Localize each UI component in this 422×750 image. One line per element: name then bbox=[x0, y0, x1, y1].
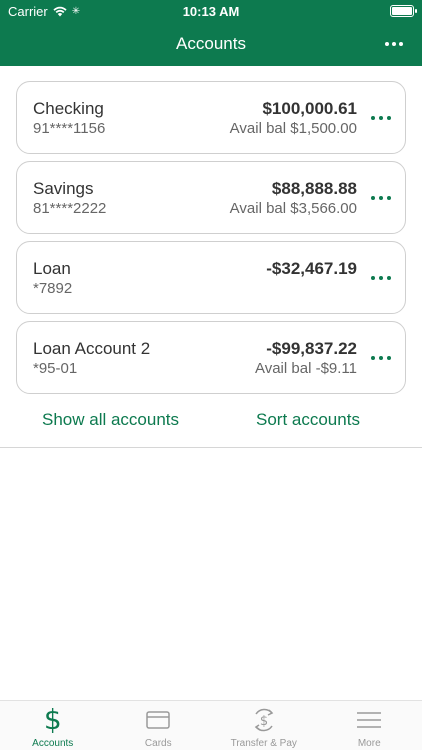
tab-label: More bbox=[357, 738, 381, 749]
show-all-accounts-link[interactable]: Show all accounts bbox=[42, 410, 179, 430]
dollar-icon: $ bbox=[43, 703, 62, 736]
menu-icon bbox=[317, 707, 422, 733]
account-card-loan-account-2[interactable]: Loan Account 2 *95-01 -$99,837.22 Avail … bbox=[16, 321, 406, 394]
tab-more[interactable]: More bbox=[317, 701, 422, 750]
more-options-button[interactable] bbox=[382, 34, 406, 54]
transfer-pay-icon: $ bbox=[211, 707, 317, 733]
available-balance: Avail bal -$9.11 bbox=[254, 360, 357, 377]
tab-bar: $ Accounts Cards $ Transfer & Pay More bbox=[0, 700, 422, 750]
status-bar: Carrier ✳ 10:13 AM bbox=[0, 0, 422, 22]
tab-transfer-pay[interactable]: $ Transfer & Pay bbox=[211, 701, 317, 750]
account-balance: $88,888.88 bbox=[271, 179, 357, 198]
account-number: *7892 bbox=[33, 280, 73, 297]
battery-icon bbox=[390, 5, 417, 17]
account-balance: -$99,837.22 bbox=[266, 339, 357, 358]
ellipsis-icon bbox=[371, 116, 375, 120]
sort-accounts-link[interactable]: Sort accounts bbox=[256, 410, 360, 430]
account-card-checking[interactable]: Checking 91****1156 $100,000.61 Avail ba… bbox=[16, 81, 406, 154]
svg-text:$: $ bbox=[260, 714, 268, 729]
account-options-button[interactable] bbox=[371, 192, 391, 204]
account-number: 81****2222 bbox=[33, 200, 107, 217]
account-name: Checking bbox=[33, 99, 104, 118]
account-balance: $100,000.61 bbox=[262, 99, 357, 118]
account-number: *95-01 bbox=[33, 360, 78, 377]
account-name: Loan bbox=[33, 259, 71, 278]
page-title: Accounts bbox=[176, 34, 246, 53]
account-card-savings[interactable]: Savings 81****2222 $88,888.88 Avail bal … bbox=[16, 161, 406, 234]
available-balance: Avail bal $1,500.00 bbox=[229, 120, 357, 137]
ellipsis-icon bbox=[385, 42, 389, 46]
tab-label: Accounts bbox=[32, 738, 74, 749]
account-card-loan[interactable]: Loan *7892 -$32,467.19 bbox=[16, 241, 406, 314]
account-options-button[interactable] bbox=[371, 112, 391, 124]
ellipsis-icon bbox=[371, 356, 375, 360]
status-time: 10:13 AM bbox=[182, 4, 240, 19]
card-icon bbox=[106, 707, 212, 733]
account-name: Loan Account 2 bbox=[33, 339, 151, 358]
ellipsis-icon bbox=[371, 276, 375, 280]
tab-accounts[interactable]: $ Accounts bbox=[0, 701, 106, 750]
available-balance: Avail bal $3,566.00 bbox=[229, 200, 357, 217]
header-bar: Carrier ✳ 10:13 AM Accounts bbox=[0, 0, 422, 66]
account-options-button[interactable] bbox=[371, 272, 391, 284]
tab-cards[interactable]: Cards bbox=[106, 701, 212, 750]
divider bbox=[0, 447, 422, 448]
account-list: Checking 91****1156 $100,000.61 Avail ba… bbox=[16, 81, 406, 401]
account-actions: Show all accounts Sort accounts bbox=[0, 408, 422, 432]
tab-label: Transfer & Pay bbox=[230, 738, 297, 749]
account-name: Savings bbox=[33, 179, 94, 198]
ellipsis-icon bbox=[371, 196, 375, 200]
tab-label: Cards bbox=[144, 738, 172, 749]
account-options-button[interactable] bbox=[371, 352, 391, 364]
account-number: 91****1156 bbox=[33, 120, 106, 137]
account-balance: -$32,467.19 bbox=[266, 259, 357, 278]
